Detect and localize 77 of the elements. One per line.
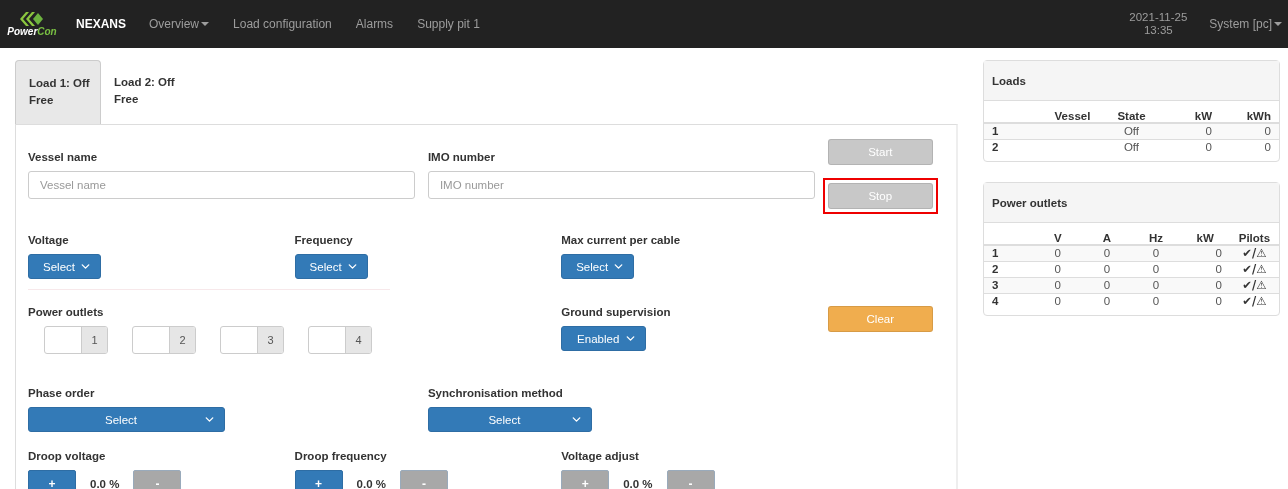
- table-cell: 0: [1180, 261, 1230, 277]
- table-cell: ✔/⚠: [1229, 245, 1279, 261]
- table-cell: 2: [984, 261, 1034, 277]
- percent-value: 0.0 %: [356, 477, 386, 489]
- field-label: Synchronisation method: [427, 387, 563, 399]
- table-cell: 0: [1082, 293, 1132, 309]
- ground-supervision-select[interactable]: Enabled: [561, 326, 647, 351]
- field-label: Voltage: [28, 234, 69, 246]
- table-cell: 0: [1131, 277, 1181, 293]
- table-cell: 0: [1220, 123, 1279, 139]
- table-cell: 3: [984, 277, 1034, 293]
- table-cell: 0: [1033, 261, 1083, 277]
- field-label: Droop voltage: [28, 450, 106, 462]
- table-cell: 1: [984, 245, 1034, 261]
- voltage-select[interactable]: Select: [28, 254, 101, 279]
- load-tab[interactable]: Load 1: Off Free: [15, 60, 101, 124]
- date-text: 2021-11-25: [1129, 11, 1188, 24]
- table-cell: 0: [1082, 245, 1132, 261]
- table-cell: 0: [1082, 261, 1132, 277]
- table-cell: 1: [984, 123, 1043, 139]
- outlet-toggle[interactable]: 4: [308, 326, 372, 354]
- outlet-toggle[interactable]: 1: [44, 326, 108, 354]
- table-cell: 0: [1131, 293, 1181, 309]
- table-cell: 0: [1161, 139, 1220, 155]
- field-label: Ground supervision: [561, 306, 671, 318]
- logo-text: PowerCon: [7, 25, 57, 37]
- card-title: Loads: [992, 74, 1026, 87]
- percent-value: 0.0 %: [90, 477, 120, 489]
- table-cell: 0: [1131, 245, 1181, 261]
- percent-value: 0.0 %: [623, 477, 653, 489]
- nav-link[interactable]: Overview: [149, 17, 210, 31]
- card-title: Power outlets: [992, 196, 1068, 209]
- table-cell: 0: [1180, 245, 1230, 261]
- time-text: 13:35: [1143, 24, 1173, 37]
- table-cell: 0: [1033, 245, 1083, 261]
- plus-button[interactable]: +: [28, 470, 76, 489]
- phase-order-select[interactable]: Select: [28, 407, 225, 432]
- table-cell: 0: [1033, 277, 1083, 293]
- field-label: Voltage adjust: [561, 450, 639, 462]
- field-label: Power outlets: [28, 306, 104, 318]
- table-cell: 2: [984, 139, 1043, 155]
- table-cell: 0: [1131, 261, 1181, 277]
- table-cell: 0: [1220, 139, 1279, 155]
- table-cell: ✔/⚠: [1229, 293, 1279, 309]
- logo-icon: [20, 11, 44, 26]
- load-tab[interactable]: Load 2: Off Free: [101, 60, 187, 124]
- imo-number-field[interactable]: IMO number: [427, 171, 815, 199]
- table-cell: 0: [1180, 277, 1230, 293]
- frequency-select[interactable]: Select: [294, 254, 368, 279]
- table-cell: 0: [1161, 123, 1220, 139]
- user-menu[interactable]: System [pc]: [1209, 17, 1282, 31]
- caret-icon: [1274, 22, 1282, 26]
- max-current-select[interactable]: Select: [561, 254, 635, 279]
- sync-method-select[interactable]: Select: [427, 407, 592, 432]
- table-cell: 0: [1082, 277, 1132, 293]
- table-cell: ✔/⚠: [1229, 277, 1279, 293]
- outlet-toggle[interactable]: 3: [220, 326, 284, 354]
- nav-link[interactable]: Alarms: [355, 17, 394, 31]
- field-label: Phase order: [28, 387, 95, 399]
- field-label: Droop frequency: [294, 450, 387, 462]
- field-label: Frequency: [294, 234, 353, 246]
- brand-name[interactable]: NEXANS: [76, 17, 126, 31]
- outlet-toggle[interactable]: 2: [132, 326, 196, 354]
- table-cell: Off: [1102, 139, 1161, 155]
- field-label: IMO number: [427, 151, 495, 163]
- nav-link[interactable]: Load configuration: [233, 17, 332, 31]
- table-cell: ✔/⚠: [1229, 261, 1279, 277]
- caret-icon: [201, 22, 210, 26]
- table-cell: 0: [1033, 293, 1083, 309]
- field-label: Max current per cable: [561, 234, 681, 246]
- field-label: Vessel name: [28, 151, 98, 163]
- table-cell: 4: [984, 293, 1034, 309]
- vessel-name-field[interactable]: Vessel name: [28, 171, 415, 199]
- nav-link[interactable]: Supply pit 1: [417, 17, 480, 31]
- plus-button[interactable]: +: [294, 470, 343, 489]
- table-cell: Off: [1102, 123, 1161, 139]
- table-cell: 0: [1180, 293, 1230, 309]
